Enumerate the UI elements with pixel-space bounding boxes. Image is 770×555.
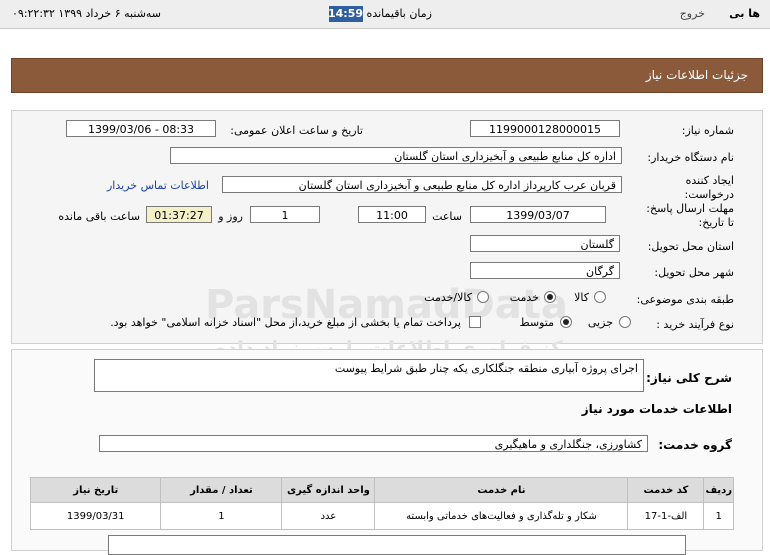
summary-label: شرح کلی نیاز: (646, 371, 732, 385)
service-group-field: کشاورزی، جنگلداری و ماهیگیری (99, 435, 648, 452)
need-number-field: 1199000128000015 (470, 120, 620, 137)
session-timer: 14:59 (327, 6, 363, 22)
process-minor-label: جزیی (587, 316, 613, 329)
treasury-text: پرداخت تمام یا بخشی از مبلغ خرید،از محل … (110, 316, 461, 329)
column-header-unit: واحد اندازه گیری (281, 477, 376, 503)
buyer-label: نام دستگاه خریدار: (647, 151, 734, 164)
city-label: شهر محل تحویل: (654, 266, 734, 279)
days-remaining-field: 1 (250, 206, 320, 223)
need-number-label: شماره نیاز: (681, 124, 734, 137)
deadline-label: مهلت ارسال پاسخ: تا تاریخ: (646, 202, 734, 229)
category-goods-service-label: کالا/خدمت (424, 291, 472, 304)
summary-field: اجرای پروژه آبیاری منطقه جنگلکاری یکه چن… (94, 359, 644, 392)
days-label: روز و (218, 210, 243, 223)
category-goods-label: کالا (574, 291, 589, 304)
creator-label: ایجاد کننده درخواست: (684, 174, 734, 201)
province-field: گلستان (470, 235, 620, 252)
column-header-row-no: ردیف (703, 477, 734, 503)
cell-service-name: شکار و تله‌گذاری و فعالیت‌های خدماتی واب… (374, 502, 629, 530)
cell-need-date: 1399/03/31 (29, 502, 162, 530)
deadline-time-field: 11:00 (358, 206, 426, 223)
time-remaining-label: زمان باقیمانده : (359, 7, 432, 20)
table-row: 1 الف-1-17 شکار و تله‌گذاری و فعالیت‌های… (29, 502, 734, 530)
category-label: طبقه بندی موضوعی: (636, 293, 734, 306)
time-remaining-field: 01:37:27 (146, 206, 212, 223)
deadline-hour-label: ساعت (432, 210, 462, 223)
column-header-need-date: تاریخ نیاز (29, 477, 162, 503)
process-minor-radio[interactable] (619, 316, 631, 328)
logout-link[interactable]: خروج (680, 7, 705, 20)
category-service-label: خدمت (509, 291, 539, 304)
category-goods-service-radio[interactable] (477, 291, 489, 303)
page-title: جزئیات اطلاعات نیاز (645, 68, 748, 82)
top-bar: ها بی خروج زمان باقیمانده : 14:59 سه‌شنب… (0, 0, 770, 29)
service-group-label: گروه خدمت: (658, 438, 732, 452)
current-datetime: سه‌شنبه ۶ خرداد ۱۳۹۹ ۰۹:۲۲:۳۲ (12, 7, 162, 20)
category-goods-radio[interactable] (594, 291, 606, 303)
process-label: نوع فرآیند خرید : (656, 318, 734, 331)
cell-service-code: الف-1-17 (627, 502, 705, 530)
brand-label: ها بی (729, 7, 760, 20)
process-medium-label: متوسط (519, 316, 554, 329)
cell-row-no: 1 (703, 502, 734, 530)
deadline-date-field: 1399/03/07 (470, 206, 606, 223)
cell-quantity: 1 (160, 502, 283, 530)
city-field: گرگان (470, 262, 620, 279)
category-service-radio[interactable] (544, 291, 556, 303)
creator-field: قربان عرب کارپرداز اداره کل منابع طبیعی … (222, 176, 622, 193)
province-label: استان محل تحویل: (647, 240, 734, 253)
column-header-quantity: تعداد / مقدار (160, 477, 283, 503)
services-table: ردیف کد خدمت نام خدمت واحد اندازه گیری ت… (29, 477, 734, 530)
buyer-notes-field (108, 535, 686, 555)
cell-unit: عدد (281, 502, 376, 530)
column-header-service-name: نام خدمت (374, 477, 629, 503)
buyer-field: اداره کل منابع طبیعی و آبخیزداری استان گ… (170, 147, 622, 164)
page-header: جزئیات اطلاعات نیاز (11, 58, 763, 93)
remaining-label: ساعت باقی مانده (58, 210, 140, 223)
services-table-header: ردیف کد خدمت نام خدمت واحد اندازه گیری ت… (29, 477, 734, 503)
process-medium-radio[interactable] (560, 316, 572, 328)
announce-label: تاریخ و ساعت اعلان عمومی: (230, 124, 363, 137)
column-header-service-code: کد خدمت (627, 477, 705, 503)
treasury-checkbox[interactable] (469, 316, 481, 328)
announce-field: 1399/03/06 - 08:33 (66, 120, 216, 137)
services-section-title: اطلاعات خدمات مورد نیاز (581, 402, 732, 416)
buyer-contact-link[interactable]: اطلاعات تماس خریدار (107, 179, 209, 192)
